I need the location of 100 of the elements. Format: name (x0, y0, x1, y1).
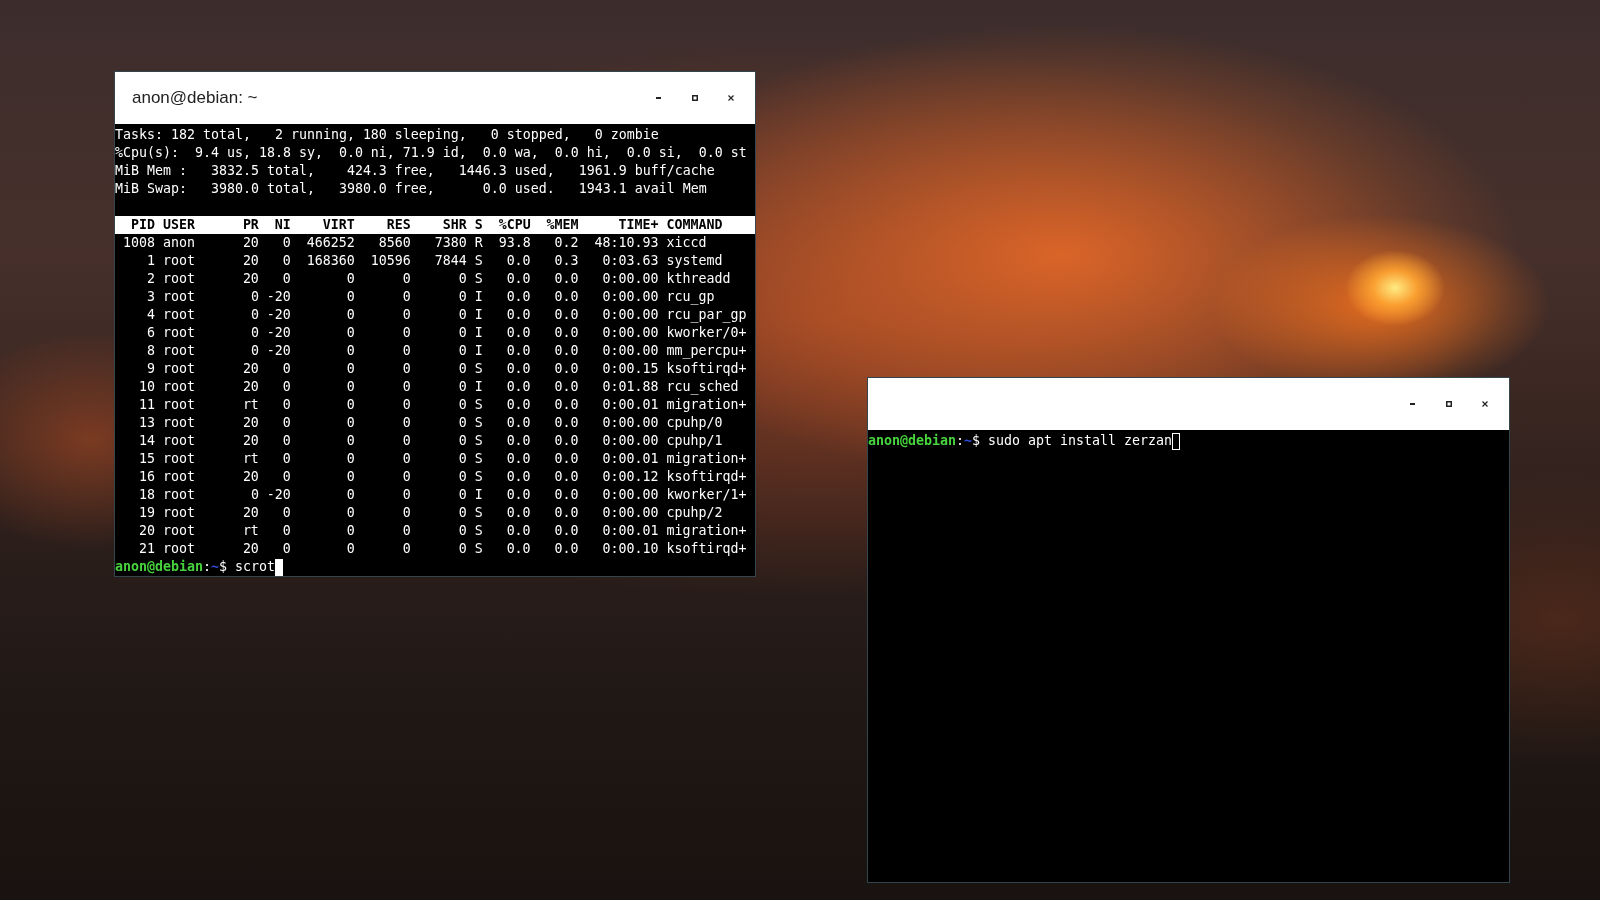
table-cell: 0 (402, 432, 411, 450)
table-cell: rt (242, 522, 259, 540)
table-cell: 0 (346, 396, 355, 414)
table-cell: I (474, 306, 483, 324)
table-cell: 0.0 (506, 270, 531, 288)
summary-line: MiB Swap: 3980.0 total, 3980.0 free, 0.0 used. 1943.1 avail Mem (115, 181, 707, 196)
table-cell: 0 (402, 324, 411, 342)
column-header: USER (162, 216, 195, 234)
table-cell: 0.0 (506, 288, 531, 306)
table-cell: S (474, 360, 483, 378)
table-cell: 20 (138, 522, 155, 540)
table-cell: 0 (402, 396, 411, 414)
table-cell: 0:00.12 (602, 468, 659, 486)
table-cell: 0 (346, 342, 355, 360)
table-cell: 0 (458, 378, 467, 396)
table-cell: 20 (242, 252, 259, 270)
table-cell: 0 (458, 270, 467, 288)
table-cell: rcu_par_gp (666, 306, 747, 324)
table-cell: 10596 (370, 252, 411, 270)
table-cell: root (162, 270, 195, 288)
table-cell: mm_percpu+ (666, 342, 747, 360)
table-cell: S (474, 450, 483, 468)
table-cell: S (474, 270, 483, 288)
table-cell: 0.0 (554, 414, 579, 432)
table-cell: 0.0 (554, 324, 579, 342)
column-header: %MEM (546, 216, 579, 234)
table-cell: 13 (138, 414, 155, 432)
table-cell: 0:00.00 (602, 270, 659, 288)
table-cell: 0 (346, 486, 355, 504)
table-cell: 0 (458, 342, 467, 360)
table-cell: rcu_sched (666, 378, 739, 396)
table-cell: 0.0 (506, 504, 531, 522)
table-cell: 15 (138, 450, 155, 468)
table-cell: 168360 (306, 252, 355, 270)
table-cell: 0 (250, 288, 259, 306)
table-cell: 0 (282, 378, 291, 396)
table-cell: root (162, 414, 195, 432)
table-cell: 0 (346, 504, 355, 522)
column-header: VIRT (322, 216, 355, 234)
column-header: %CPU (498, 216, 531, 234)
table-cell: 3 (146, 288, 155, 306)
table-cell: 0 (250, 486, 259, 504)
table-cell: rt (242, 396, 259, 414)
table-cell: 1008 (123, 234, 155, 252)
table-cell: 0 (250, 324, 259, 342)
table-cell: 93.8 (498, 234, 531, 252)
table-cell: rcu_gp (666, 288, 715, 306)
table-cell: S (474, 522, 483, 540)
table-cell: S (474, 396, 483, 414)
table-cell: 0:03.63 (602, 252, 659, 270)
table-cell: 0:00.10 (602, 540, 659, 558)
table-cell: 20 (242, 378, 259, 396)
table-cell: 0 (402, 288, 411, 306)
table-cell: 0:00.00 (602, 342, 659, 360)
table-cell: 2 (146, 270, 155, 288)
table-cell: 4 (146, 306, 155, 324)
table-cell: 18 (138, 486, 155, 504)
table-cell: I (474, 378, 483, 396)
table-cell: root (162, 450, 195, 468)
table-cell: 7380 (434, 234, 467, 252)
table-cell: 20 (242, 540, 259, 558)
table-cell: 0.0 (506, 252, 531, 270)
table-cell: 0 (282, 468, 291, 486)
table-cell: 0 (282, 504, 291, 522)
table-cell: 0 (458, 504, 467, 522)
table-cell: 0.0 (506, 522, 531, 540)
table-cell: 0 (402, 414, 411, 432)
table-cell: 0.0 (506, 450, 531, 468)
table-cell: root (162, 378, 195, 396)
table-cell: 0 (458, 324, 467, 342)
table-cell: 0:00.00 (602, 324, 659, 342)
table-cell: 0.0 (506, 378, 531, 396)
table-cell: 0:00.00 (602, 306, 659, 324)
column-header: PID (130, 216, 155, 234)
table-cell: 6 (146, 324, 155, 342)
column-header: RES (386, 216, 411, 234)
table-cell: 0 (282, 414, 291, 432)
table-cell: 0 (282, 396, 291, 414)
table-cell: 0:00.15 (602, 360, 659, 378)
table-cell: 0 (402, 306, 411, 324)
table-cell: 0:01.88 (602, 378, 659, 396)
table-cell: -20 (266, 486, 291, 504)
minimize-icon (1410, 403, 1415, 405)
column-header: TIME+ (618, 216, 659, 234)
table-cell: 0.0 (506, 540, 531, 558)
table-cell: anon (162, 234, 195, 252)
table-cell: 0 (402, 540, 411, 558)
table-cell: 0.0 (554, 540, 579, 558)
table-cell: 19 (138, 504, 155, 522)
summary-line: Tasks: 182 total, 2 running, 180 sleeping, 0 stopped, 0 zombie (115, 127, 659, 142)
table-cell: -20 (266, 288, 291, 306)
table-cell: 20 (242, 234, 259, 252)
command-line: anon@debian:~$ sudo apt install zerzan (868, 432, 1172, 450)
table-cell: 0 (402, 450, 411, 468)
table-cell: 0.0 (506, 342, 531, 360)
table-cell: 0:00.00 (602, 414, 659, 432)
close-icon (727, 95, 734, 101)
table-cell: 0.0 (554, 288, 579, 306)
table-cell: 0 (402, 378, 411, 396)
table-cell: xiccd (666, 234, 707, 252)
